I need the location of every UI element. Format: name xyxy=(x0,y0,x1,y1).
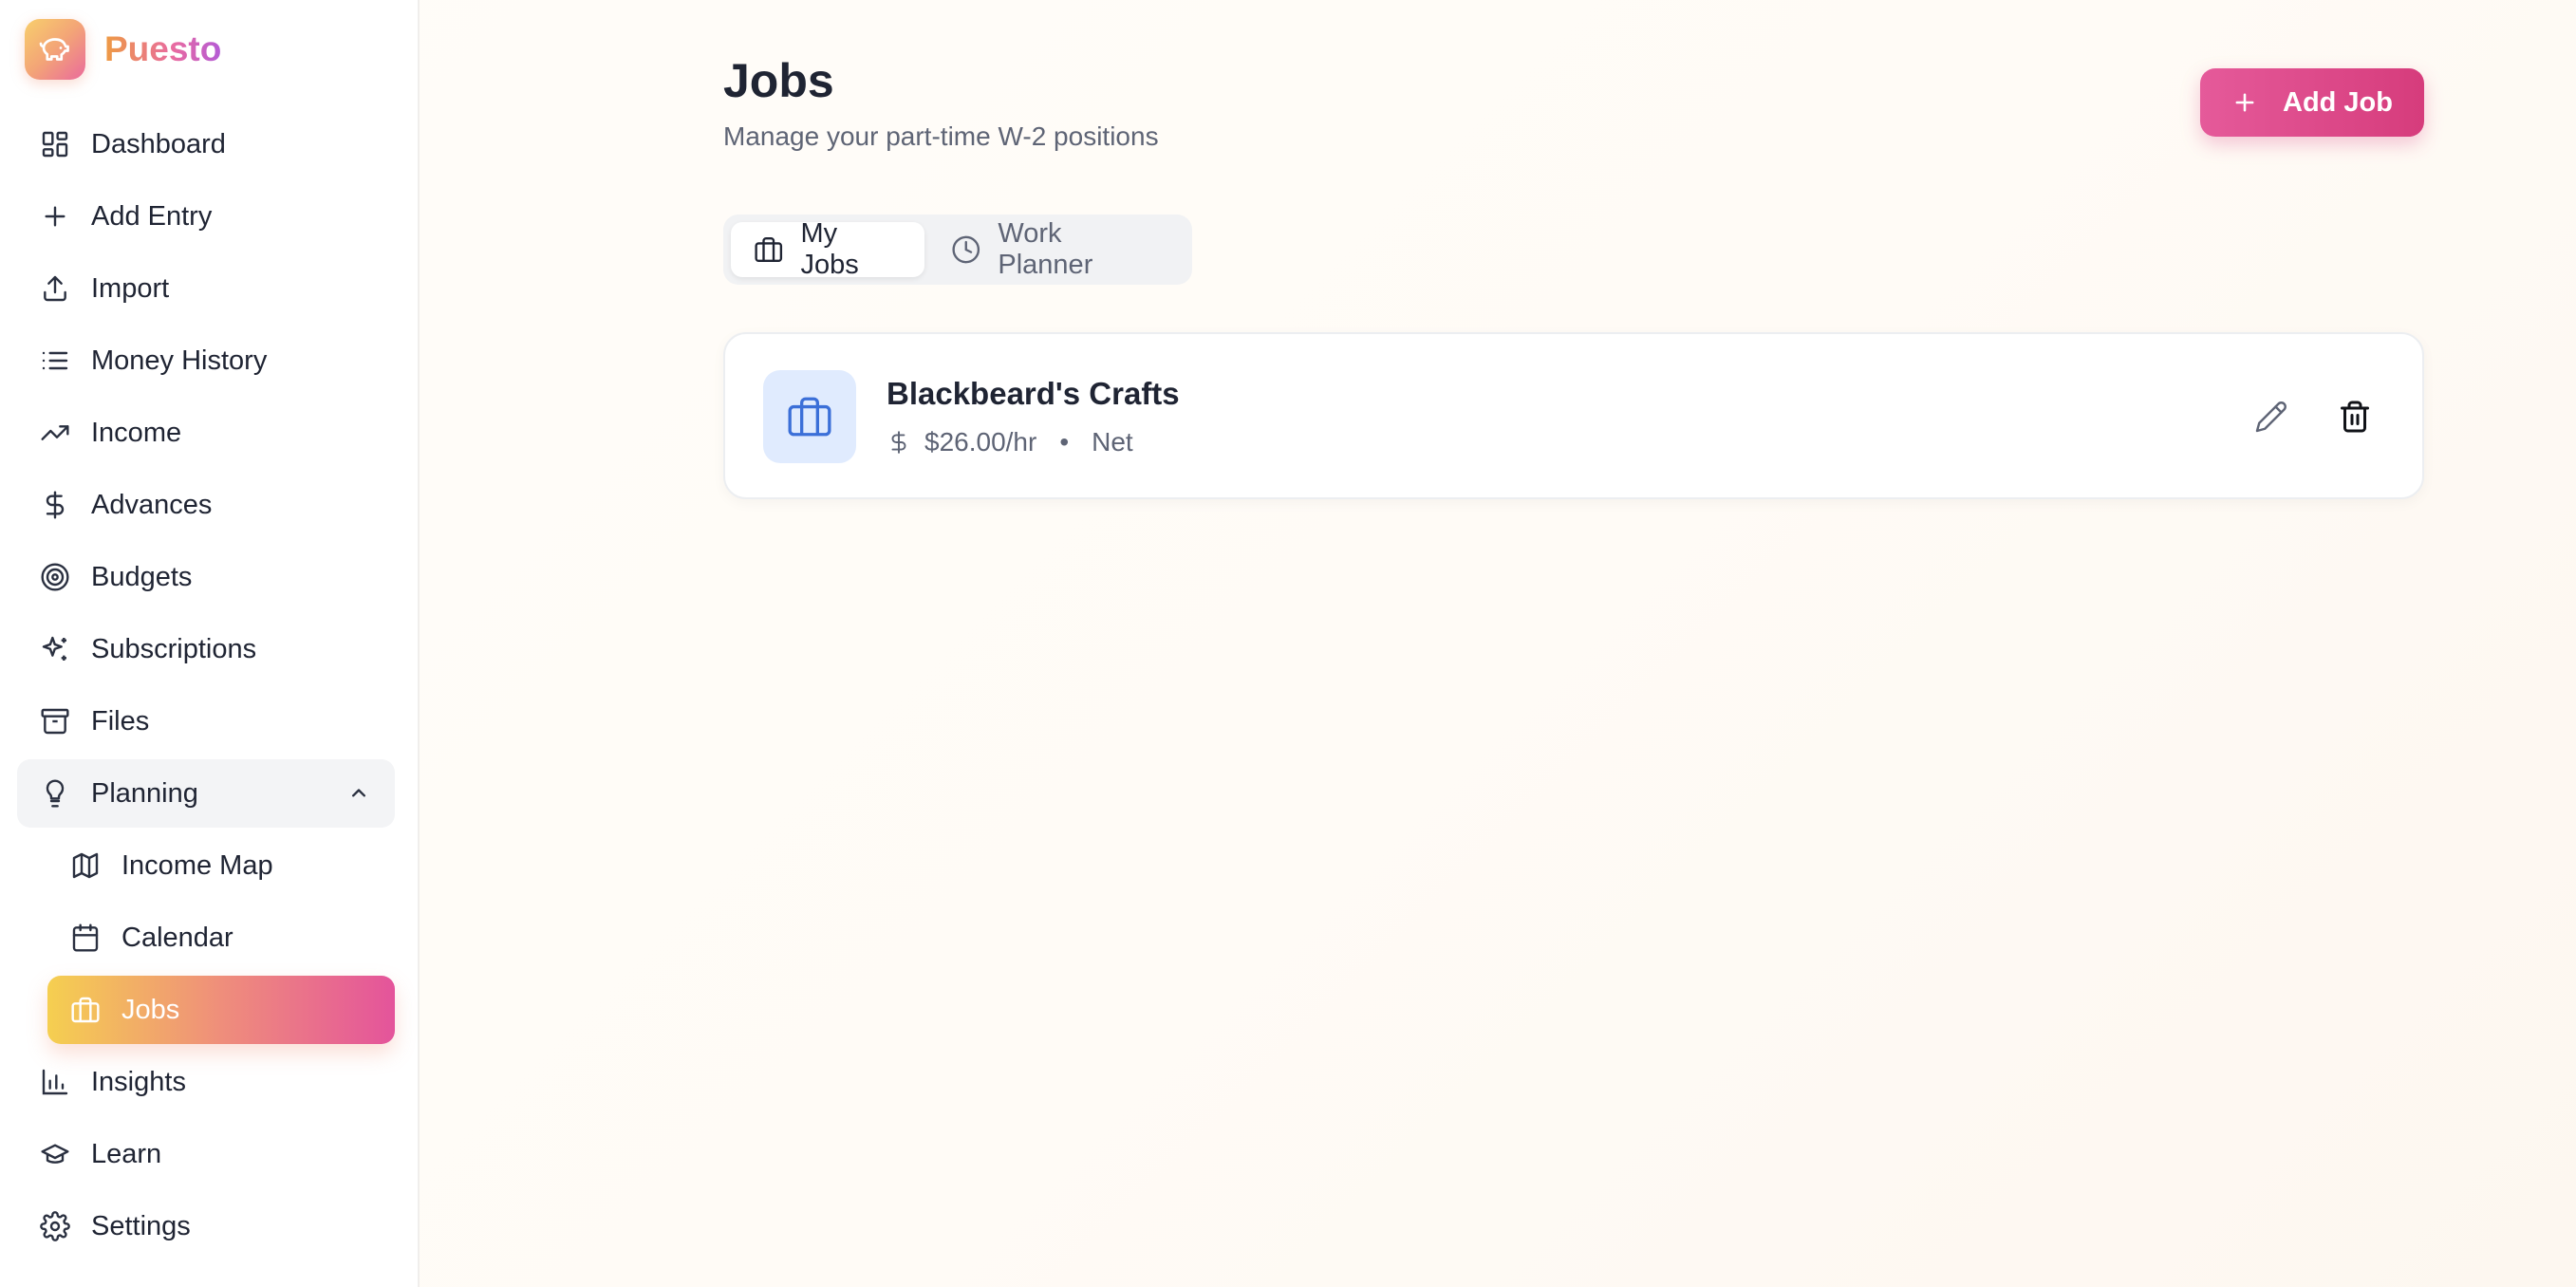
sidebar-item-label: Calendar xyxy=(121,922,233,953)
sidebar-item-money-history[interactable]: Money History xyxy=(17,326,395,395)
job-card[interactable]: Blackbeard's Crafts $26.00/hr • Net xyxy=(723,332,2424,499)
brand-name: Puesto xyxy=(104,29,222,68)
tab-work-planner[interactable]: Work Planner xyxy=(928,218,1185,280)
sidebar-item-learn[interactable]: Learn xyxy=(17,1120,395,1188)
delete-job-button[interactable] xyxy=(2331,393,2379,440)
sidebar-item-label: Advances xyxy=(91,489,213,520)
sidebar-item-label: Learn xyxy=(91,1138,162,1169)
sidebar-item-import[interactable]: Import xyxy=(17,254,395,323)
sidebar-item-budgets[interactable]: Budgets xyxy=(17,543,395,611)
archive-icon xyxy=(40,706,70,737)
clock-icon xyxy=(952,235,980,264)
gear-icon xyxy=(40,1211,70,1241)
chevron-up-icon[interactable] xyxy=(345,780,372,807)
calendar-icon xyxy=(70,923,101,953)
sidebar-item-insights[interactable]: Insights xyxy=(17,1048,395,1116)
briefcase-icon xyxy=(755,236,783,263)
trash-icon xyxy=(2341,401,2369,433)
job-rate: $26.00/hr xyxy=(924,427,1037,457)
sidebar-item-label: Insights xyxy=(91,1066,186,1097)
sidebar-item-label: Settings xyxy=(91,1210,191,1241)
list-icon xyxy=(40,345,70,376)
sidebar-item-label: Dashboard xyxy=(91,128,226,159)
edit-job-button[interactable] xyxy=(2248,393,2295,440)
sidebar-item-subscriptions[interactable]: Subscriptions xyxy=(17,615,395,683)
sidebar-item-calendar[interactable]: Calendar xyxy=(47,904,395,972)
tab-my-jobs[interactable]: My Jobs xyxy=(731,218,924,280)
brand[interactable]: Puesto xyxy=(25,19,221,80)
sidebar-item-label: Budgets xyxy=(91,561,193,592)
page-title: Jobs xyxy=(723,54,834,107)
pencil-icon xyxy=(2255,401,2287,433)
piggy-bank-icon xyxy=(25,19,85,80)
sparkles-icon xyxy=(40,634,70,664)
sidebar-item-label: Planning xyxy=(91,777,198,809)
meta-separator: • xyxy=(1059,427,1070,457)
sidebar-item-files[interactable]: Files xyxy=(17,687,395,755)
sidebar-item-label: Add Entry xyxy=(91,200,213,232)
sidebar-item-label: Subscriptions xyxy=(91,633,257,664)
plus-icon xyxy=(40,201,70,232)
sidebar-item-label: Import xyxy=(91,272,170,304)
job-pay-type: Net xyxy=(1092,427,1133,457)
tab-bar: My Jobs Work Planner xyxy=(723,214,1192,285)
sidebar-item-jobs[interactable]: Jobs xyxy=(47,976,395,1044)
sidebar-item-income[interactable]: Income xyxy=(17,399,395,467)
graduation-cap-icon xyxy=(40,1139,70,1169)
sidebar-item-label: Money History xyxy=(91,345,268,376)
bar-chart-icon xyxy=(40,1067,70,1097)
sidebar-item-income-map[interactable]: Income Map xyxy=(47,831,395,900)
dollar-icon xyxy=(40,490,70,520)
briefcase-icon xyxy=(763,370,856,463)
sidebar-item-settings[interactable]: Settings xyxy=(17,1192,395,1260)
plus-icon xyxy=(2235,93,2254,112)
sidebar-item-label: Income xyxy=(91,417,182,448)
job-name: Blackbeard's Crafts xyxy=(887,376,1180,411)
map-icon xyxy=(70,850,101,881)
sidebar-item-label: Jobs xyxy=(121,994,180,1025)
dollar-icon xyxy=(891,431,906,454)
sidebar-item-label: Income Map xyxy=(121,849,273,881)
upload-icon xyxy=(40,273,70,304)
sidebar-item-advances[interactable]: Advances xyxy=(17,471,395,539)
sidebar-item-add-entry[interactable]: Add Entry xyxy=(17,182,395,251)
job-meta: $26.00/hr • Net xyxy=(887,427,1133,457)
dashboard-grid-icon xyxy=(40,129,70,159)
page-subtitle: Manage your part-time W-2 positions xyxy=(723,121,1159,151)
briefcase-icon xyxy=(70,995,101,1025)
sidebar-item-dashboard[interactable]: Dashboard xyxy=(17,110,395,178)
trending-up-icon xyxy=(40,418,70,448)
lightbulb-icon xyxy=(40,778,70,809)
add-job-label: Add Job xyxy=(2283,86,2393,118)
sidebar: Puesto Dashboard Add Entry Import Money … xyxy=(0,0,420,1287)
sidebar-item-label: Files xyxy=(91,705,150,737)
target-icon xyxy=(40,562,70,592)
add-job-button[interactable]: Add Job xyxy=(2200,68,2424,137)
tab-label: Work Planner xyxy=(998,218,1093,280)
tab-label: My Jobs xyxy=(800,218,859,280)
sidebar-group-planning[interactable]: Planning xyxy=(17,759,395,828)
